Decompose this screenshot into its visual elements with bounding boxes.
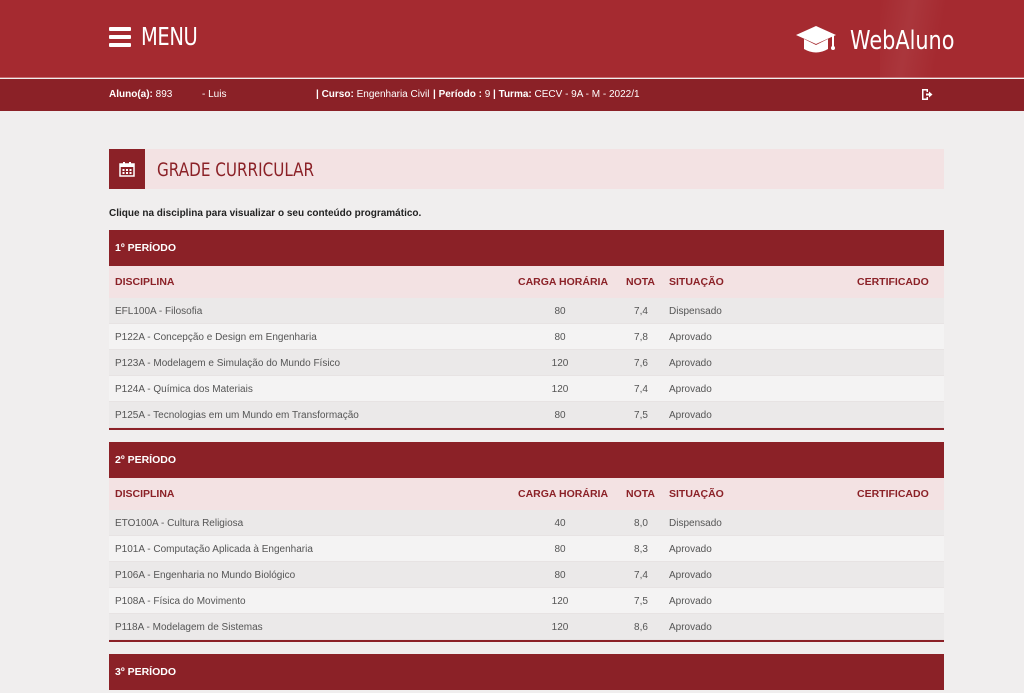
col-situacao: SITUAÇÃO [669, 276, 724, 288]
turma-info: | Turma: CECV - 9A - M - 2022/1 [493, 89, 640, 100]
cell-nota: 8,3 [634, 544, 648, 555]
cell-carga: 80 [554, 544, 566, 555]
cell-nota: 7,5 [634, 596, 648, 607]
cell-nota: 8,6 [634, 622, 648, 633]
instruction-text: Clique na disciplina para visualizar o s… [109, 208, 422, 219]
cell-nota: 7,4 [634, 384, 648, 395]
aluno-info: Aluno(a): 893 [109, 89, 172, 100]
cell-situacao: Aprovado [669, 358, 712, 369]
cell-situacao: Dispensado [669, 306, 722, 317]
periodo-value: 9 [484, 89, 491, 100]
turma-label: | Turma: [493, 89, 532, 100]
cell-carga: 120 [551, 358, 569, 369]
calendar-icon-box [109, 149, 145, 189]
cell-disciplina[interactable]: ETO100A - Cultura Religiosa [115, 518, 243, 529]
table-row[interactable]: P125A - Tecnologias em um Mundo em Trans… [109, 402, 944, 428]
table-header: DISCIPLINA CARGA HORÁRIA NOTA SITUAÇÃO C… [109, 478, 944, 510]
col-carga-horaria: CARGA HORÁRIA [518, 276, 609, 288]
table-row[interactable]: P118A - Modelagem de Sistemas 120 8,6 Ap… [109, 614, 944, 640]
cell-situacao: Dispensado [669, 518, 722, 529]
table-row[interactable]: P106A - Engenharia no Mundo Biológico 80… [109, 562, 944, 588]
logout-icon[interactable] [921, 88, 933, 101]
table-header: DISCIPLINA CARGA HORÁRIA NOTA SITUAÇÃO C… [109, 266, 944, 298]
col-nota: NOTA [626, 488, 655, 500]
turma-value: CECV - 9A - M - 2022/1 [534, 89, 640, 100]
col-situacao: SITUAÇÃO [669, 488, 724, 500]
cell-carga: 80 [554, 306, 566, 317]
cell-nota: 7,4 [634, 306, 648, 317]
col-disciplina: DISCIPLINA [115, 276, 175, 288]
cell-disciplina[interactable]: P122A - Concepção e Design em Engenharia [115, 332, 317, 343]
student-info-bar: Aluno(a): 893 - Luis | Curso: Engenharia… [0, 79, 1024, 111]
col-carga-horaria: CARGA HORÁRIA [518, 488, 609, 500]
table-row[interactable]: ETO100A - Cultura Religiosa 40 8,0 Dispe… [109, 510, 944, 536]
cell-disciplina[interactable]: P125A - Tecnologias em um Mundo em Trans… [115, 410, 359, 421]
cell-situacao: Aprovado [669, 332, 712, 343]
cell-nota: 8,0 [634, 518, 648, 529]
table-row[interactable]: P124A - Química dos Materiais 120 7,4 Ap… [109, 376, 944, 402]
period-title: 2º PERÍODO [109, 442, 944, 478]
cell-nota: 7,4 [634, 570, 648, 581]
periodo-info: | Período : 9 [433, 89, 490, 100]
menu-label[interactable]: MENU [141, 22, 198, 51]
cell-situacao: Aprovado [669, 384, 712, 395]
graduation-cap-icon [796, 26, 836, 53]
cell-carga: 80 [554, 410, 566, 421]
cell-disciplina[interactable]: EFL100A - Filosofia [115, 306, 202, 317]
cell-situacao: Aprovado [669, 622, 712, 633]
cell-disciplina[interactable]: P108A - Física do Movimento [115, 596, 246, 607]
table-body: EFL100A - Filosofia 80 7,4 Dispensado P1… [109, 298, 944, 430]
calendar-icon [119, 162, 135, 177]
top-bar: MENU WebAluno [0, 0, 1024, 78]
col-nota: NOTA [626, 276, 655, 288]
student-name: - Luis [202, 89, 227, 100]
cell-carga: 40 [554, 518, 566, 529]
table-row[interactable]: P108A - Física do Movimento 120 7,5 Apro… [109, 588, 944, 614]
cell-disciplina[interactable]: P123A - Modelagem e Simulação do Mundo F… [115, 358, 340, 369]
brand-name: WebAluno [850, 26, 955, 56]
cell-disciplina[interactable]: P118A - Modelagem de Sistemas [115, 622, 263, 633]
cell-carga: 80 [554, 570, 566, 581]
periodo-label: | Período : [433, 89, 482, 100]
cell-situacao: Aprovado [669, 570, 712, 581]
hamburger-icon[interactable] [109, 26, 131, 47]
cell-nota: 7,5 [634, 410, 648, 421]
cell-nota: 7,6 [634, 358, 648, 369]
cell-situacao: Aprovado [669, 596, 712, 607]
col-disciplina: DISCIPLINA [115, 488, 175, 500]
period-block-3: 3º PERÍODO [109, 654, 944, 690]
table-row[interactable]: P123A - Modelagem e Simulação do Mundo F… [109, 350, 944, 376]
table-body: ETO100A - Cultura Religiosa 40 8,0 Dispe… [109, 510, 944, 642]
menu-button[interactable]: MENU [109, 22, 213, 51]
section-header: GRADE CURRICULAR [109, 149, 944, 189]
period-block-1: 1º PERÍODO DISCIPLINA CARGA HORÁRIA NOTA… [109, 230, 944, 430]
cell-carga: 120 [551, 596, 569, 607]
curso-value: Engenharia Civil [356, 89, 430, 100]
table-row[interactable]: P122A - Concepção e Design em Engenharia… [109, 324, 944, 350]
cell-carga: 80 [554, 332, 566, 343]
cell-carga: 120 [551, 622, 569, 633]
aluno-label: Aluno(a): [109, 89, 153, 100]
period-block-2: 2º PERÍODO DISCIPLINA CARGA HORÁRIA NOTA… [109, 442, 944, 642]
cell-situacao: Aprovado [669, 544, 712, 555]
table-row[interactable]: EFL100A - Filosofia 80 7,4 Dispensado [109, 298, 944, 324]
col-certificado: CERTIFICADO [857, 488, 929, 500]
aluno-value: 893 [155, 89, 173, 100]
curso-label: | Curso: [316, 89, 354, 100]
curso-info: | Curso: Engenharia Civil [316, 89, 429, 100]
cell-nota: 7,8 [634, 332, 648, 343]
cell-disciplina[interactable]: P106A - Engenharia no Mundo Biológico [115, 570, 295, 581]
cell-disciplina[interactable]: P101A - Computação Aplicada à Engenharia [115, 544, 313, 555]
cell-carga: 120 [551, 384, 569, 395]
page-title: GRADE CURRICULAR [157, 159, 315, 181]
cell-situacao: Aprovado [669, 410, 712, 421]
brand-logo: WebAluno [796, 24, 955, 58]
col-certificado: CERTIFICADO [857, 276, 929, 288]
period-title: 1º PERÍODO [109, 230, 944, 266]
period-title: 3º PERÍODO [109, 654, 944, 690]
table-row[interactable]: P101A - Computação Aplicada à Engenharia… [109, 536, 944, 562]
cell-disciplina[interactable]: P124A - Química dos Materiais [115, 384, 253, 395]
